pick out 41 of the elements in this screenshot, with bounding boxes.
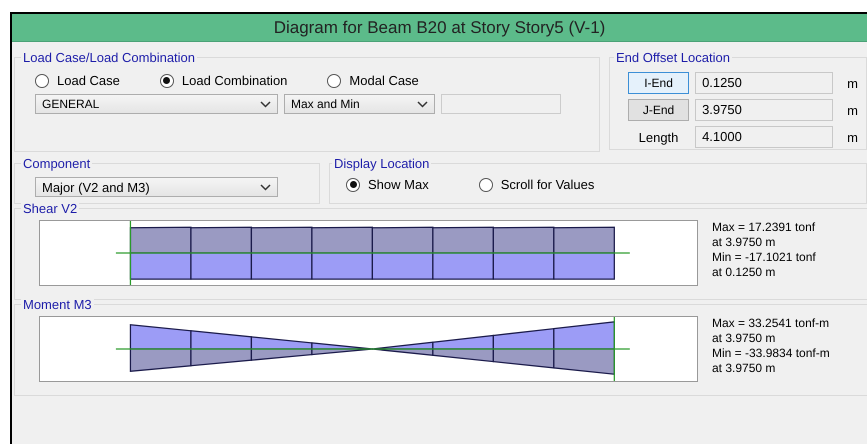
- window-title: Diagram for Beam B20 at Story Story5 (V-1): [12, 14, 867, 42]
- caret-icon: [260, 100, 271, 108]
- result-text: Max = 33.2541 tonf-m: [712, 316, 830, 331]
- radio-button[interactable]: [160, 74, 174, 88]
- unit-label: m: [847, 130, 858, 144]
- radio-label: Load Combination: [182, 73, 288, 88]
- caret-icon: [260, 184, 271, 190]
- radio-label: Scroll for Values: [500, 177, 594, 192]
- radio-label: Load Case: [57, 73, 120, 88]
- radio-button[interactable]: [35, 74, 49, 88]
- value-field[interactable]: 4.1000: [695, 126, 834, 148]
- group-title: Display Location: [333, 156, 430, 171]
- result-text: at 3.9750 m: [712, 361, 776, 376]
- end-button[interactable]: J-End: [628, 99, 690, 121]
- unit-label: m: [847, 76, 858, 90]
- dropdown[interactable]: Major (V2 and M3): [35, 177, 278, 197]
- result-text: Max = 17.2391 tonf: [712, 220, 816, 235]
- value-field[interactable]: 3.9750: [695, 99, 834, 121]
- dropdown[interactable]: GENERAL: [35, 94, 278, 114]
- group-title: Load Case/Load Combination: [22, 50, 196, 65]
- group-title: End Offset Location: [615, 50, 731, 65]
- group-title: Component: [22, 156, 92, 171]
- dropdown[interactable]: Max and Min: [284, 94, 435, 114]
- value-field[interactable]: 0.1250: [695, 72, 834, 94]
- end-button[interactable]: I-End: [628, 72, 690, 94]
- panel-title: Shear V2: [21, 201, 80, 216]
- input-field[interactable]: [441, 94, 561, 114]
- unit-label: m: [847, 102, 858, 118]
- radio-label: Show Max: [368, 177, 429, 192]
- result-text: at 3.9750 m: [712, 235, 776, 250]
- radio-button[interactable]: [327, 74, 342, 88]
- result-text: at 0.1250 m: [712, 265, 776, 280]
- panel-title: Moment M3: [21, 297, 94, 312]
- field-label: Length: [638, 130, 680, 144]
- result-text: Min = -33.9834 tonf-m: [712, 346, 830, 361]
- radio-button[interactable]: [478, 178, 493, 192]
- result-text: at 3.9750 m: [712, 331, 776, 346]
- caret-icon: [417, 100, 428, 108]
- radio-label: Modal Case: [349, 73, 419, 88]
- result-text: Min = -17.1021 tonf: [712, 250, 816, 265]
- radio-button[interactable]: [346, 178, 360, 192]
